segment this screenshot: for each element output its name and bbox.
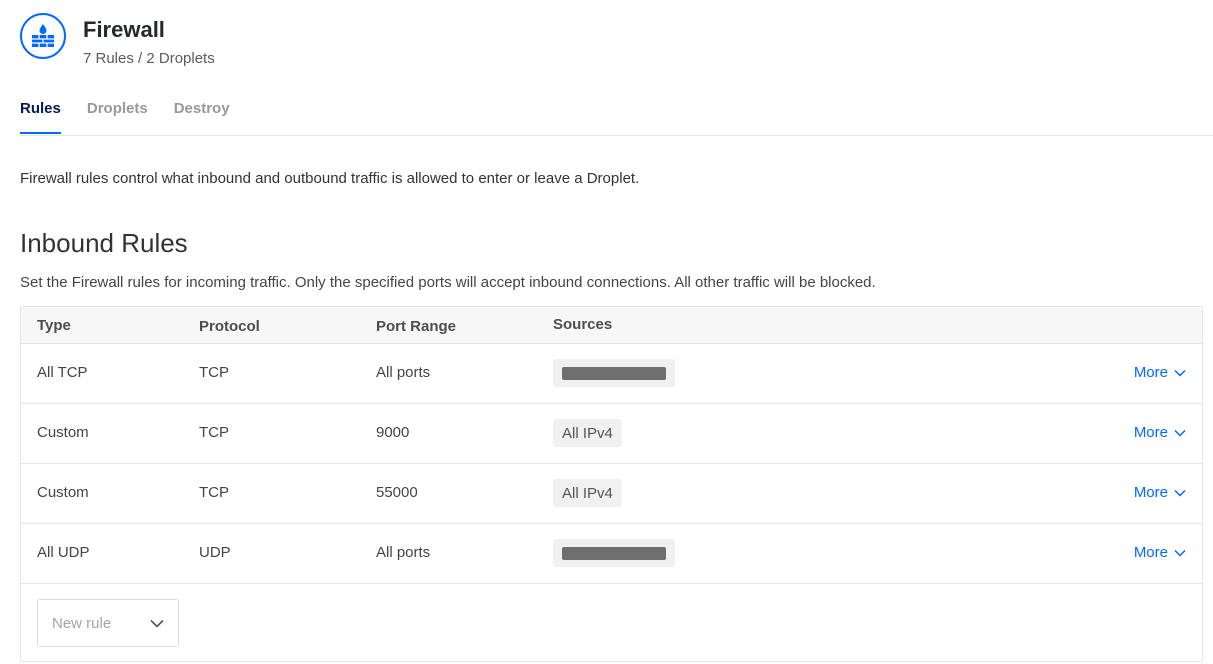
firewall-header: Firewall 7 Rules / 2 Droplets [20, 13, 215, 67]
page-subtitle: 7 Rules / 2 Droplets [83, 50, 215, 67]
chevron-down-icon [1174, 429, 1186, 437]
table-footer: New rule [21, 584, 1202, 662]
intro-text: Firewall rules control what inbound and … [20, 170, 640, 187]
rule-protocol: TCP [199, 484, 229, 501]
inbound-rules-table: Type Protocol Port Range Sources All TCP… [20, 306, 1203, 662]
rule-port-range: 55000 [376, 484, 418, 501]
more-label: More [1133, 364, 1168, 381]
more-button[interactable]: More [1134, 484, 1186, 501]
rule-protocol: UDP [199, 544, 231, 561]
rule-type: All UDP [37, 544, 90, 561]
redacted-source [562, 366, 666, 380]
new-rule-select[interactable]: New rule [37, 599, 179, 647]
inbound-rules-title: Inbound Rules [20, 228, 188, 258]
source-tag [553, 359, 675, 387]
column-header-protocol: Protocol [199, 318, 260, 335]
tab-droplets[interactable]: Droplets [87, 100, 148, 134]
table-row: Custom TCP 55000 All IPv4 More [21, 464, 1202, 524]
rule-port-range: All ports [376, 364, 431, 381]
table-row: Custom TCP 9000 All IPv4 More [21, 404, 1202, 464]
rule-protocol: TCP [199, 364, 229, 381]
table-header: Type Protocol Port Range Sources [21, 307, 1202, 344]
rule-type: Custom [37, 424, 89, 441]
more-button[interactable]: More [1134, 424, 1186, 441]
table-row: All TCP TCP All ports More [21, 344, 1202, 404]
source-tag: All IPv4 [553, 479, 622, 507]
tab-rules[interactable]: Rules [20, 100, 61, 134]
more-button[interactable]: More [1134, 364, 1186, 381]
tab-bar: Rules Droplets Destroy [20, 100, 1213, 136]
rule-type: All TCP [37, 364, 88, 381]
table-row: All UDP UDP All ports More [21, 524, 1202, 584]
column-header-sources: Sources [553, 316, 613, 333]
inbound-rules-description: Set the Firewall rules for incoming traf… [20, 274, 876, 291]
firewall-icon [20, 13, 66, 59]
more-label: More [1133, 544, 1168, 561]
source-tag: All IPv4 [553, 419, 622, 447]
more-label: More [1133, 424, 1168, 441]
chevron-down-icon [1174, 369, 1186, 377]
column-header-port-range: Port Range [376, 318, 457, 335]
page-title: Firewall [83, 17, 165, 42]
chevron-down-icon [1174, 489, 1186, 497]
rule-protocol: TCP [199, 424, 229, 441]
tab-destroy[interactable]: Destroy [174, 100, 230, 134]
more-button[interactable]: More [1134, 544, 1186, 561]
rule-port-range: All ports [376, 544, 431, 561]
redacted-source [562, 546, 666, 560]
rule-port-range: 9000 [376, 424, 410, 441]
chevron-down-icon [1174, 549, 1186, 557]
source-tag [553, 539, 675, 567]
chevron-down-icon [150, 619, 164, 628]
column-header-type: Type [37, 317, 71, 334]
rule-type: Custom [37, 484, 89, 501]
new-rule-placeholder: New rule [52, 614, 112, 632]
more-label: More [1133, 484, 1168, 501]
